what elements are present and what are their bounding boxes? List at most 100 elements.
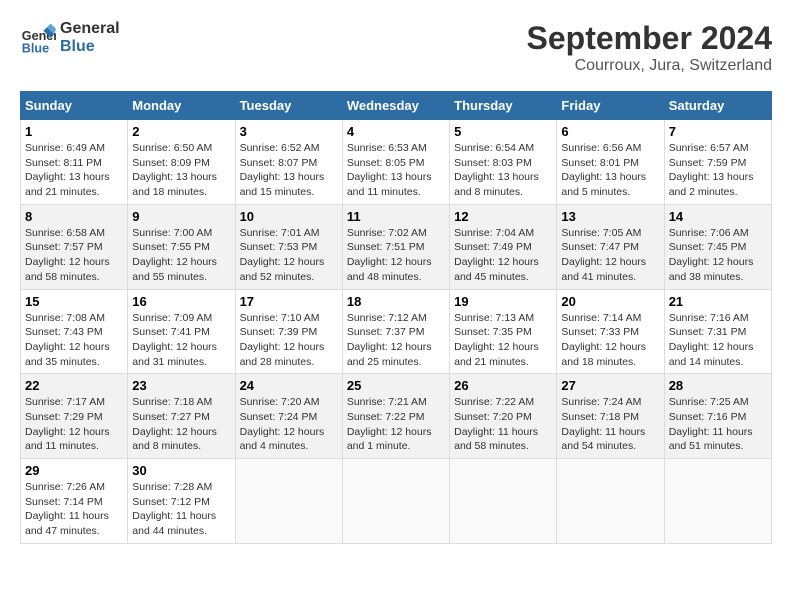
calendar-cell: 24Sunrise: 7:20 AM Sunset: 7:24 PM Dayli… bbox=[235, 374, 342, 459]
day-number: 8 bbox=[25, 209, 123, 224]
day-number: 2 bbox=[132, 124, 230, 139]
calendar-cell: 16Sunrise: 7:09 AM Sunset: 7:41 PM Dayli… bbox=[128, 289, 235, 374]
day-number: 23 bbox=[132, 378, 230, 393]
calendar-cell: 2 Sunrise: 6:50 AM Sunset: 8:09 PM Daylig… bbox=[128, 120, 235, 205]
day-number: 3 bbox=[240, 124, 338, 139]
calendar-cell: 23 Sunrise: 7:18 AM Sunset: 7:27 PM Dayli… bbox=[128, 374, 235, 459]
day-info: Sunrise: 7:05 AM Sunset: 7:47 PM Dayligh… bbox=[561, 226, 659, 285]
page-subtitle: Courroux, Jura, Switzerland bbox=[527, 57, 772, 75]
day-info: Sunrise: 7:24 AM Sunset: 7:18 PM Dayligh… bbox=[561, 395, 659, 454]
day-info: Sunrise: 7:01 AM Sunset: 7:53 PM Dayligh… bbox=[240, 226, 338, 285]
calendar-cell: 27 Sunrise: 7:24 AM Sunset: 7:18 PM Dayli… bbox=[557, 374, 664, 459]
svg-text:Blue: Blue bbox=[22, 41, 49, 55]
calendar-cell: 22 Sunrise: 7:17 AM Sunset: 7:29 PM Dayli… bbox=[21, 374, 128, 459]
calendar-cell: 26 Sunrise: 7:22 AM Sunset: 7:20 PM Dayli… bbox=[450, 374, 557, 459]
day-info: Sunrise: 7:04 AM Sunset: 7:49 PM Dayligh… bbox=[454, 226, 552, 285]
day-number: 30 bbox=[132, 463, 230, 478]
day-number: 26 bbox=[454, 378, 552, 393]
day-info: Sunrise: 7:16 AM Sunset: 7:31 PM Dayligh… bbox=[669, 311, 767, 370]
header-friday: Friday bbox=[557, 92, 664, 120]
calendar-cell: 6 Sunrise: 6:56 AM Sunset: 8:01 PM Daylig… bbox=[557, 120, 664, 205]
day-number: 13 bbox=[561, 209, 659, 224]
day-info: Sunrise: 7:22 AM Sunset: 7:20 PM Dayligh… bbox=[454, 395, 552, 454]
page-title: September 2024 bbox=[527, 20, 772, 57]
calendar-cell: 12 Sunrise: 7:04 AM Sunset: 7:49 PM Dayli… bbox=[450, 204, 557, 289]
day-info: Sunrise: 7:18 AM Sunset: 7:27 PM Dayligh… bbox=[132, 395, 230, 454]
day-info: Sunrise: 7:10 AM Sunset: 7:39 PM Dayligh… bbox=[240, 311, 338, 370]
day-info: Sunrise: 7:13 AM Sunset: 7:35 PM Dayligh… bbox=[454, 311, 552, 370]
day-number: 9 bbox=[132, 209, 230, 224]
calendar-cell: 5 Sunrise: 6:54 AM Sunset: 8:03 PM Daylig… bbox=[450, 120, 557, 205]
day-number: 7 bbox=[669, 124, 767, 139]
day-number: 22 bbox=[25, 378, 123, 393]
calendar-week-row: 15Sunrise: 7:08 AM Sunset: 7:43 PM Dayli… bbox=[21, 289, 772, 374]
calendar-cell: 8 Sunrise: 6:58 AM Sunset: 7:57 PM Daylig… bbox=[21, 204, 128, 289]
calendar-cell bbox=[557, 459, 664, 544]
calendar-cell: 4 Sunrise: 6:53 AM Sunset: 8:05 PM Daylig… bbox=[342, 120, 449, 205]
logo-icon: General Blue bbox=[20, 20, 56, 56]
day-info: Sunrise: 7:21 AM Sunset: 7:22 PM Dayligh… bbox=[347, 395, 445, 454]
calendar-cell bbox=[342, 459, 449, 544]
day-number: 6 bbox=[561, 124, 659, 139]
calendar-cell: 14Sunrise: 7:06 AM Sunset: 7:45 PM Dayli… bbox=[664, 204, 771, 289]
calendar-cell bbox=[450, 459, 557, 544]
day-number: 29 bbox=[25, 463, 123, 478]
day-number: 12 bbox=[454, 209, 552, 224]
calendar-cell: 9 Sunrise: 7:00 AM Sunset: 7:55 PM Daylig… bbox=[128, 204, 235, 289]
calendar-cell: 19 Sunrise: 7:13 AM Sunset: 7:35 PM Dayli… bbox=[450, 289, 557, 374]
calendar-cell: 15Sunrise: 7:08 AM Sunset: 7:43 PM Dayli… bbox=[21, 289, 128, 374]
calendar-cell: 28 Sunrise: 7:25 AM Sunset: 7:16 PM Dayli… bbox=[664, 374, 771, 459]
day-info: Sunrise: 7:02 AM Sunset: 7:51 PM Dayligh… bbox=[347, 226, 445, 285]
calendar-cell: 20 Sunrise: 7:14 AM Sunset: 7:33 PM Dayli… bbox=[557, 289, 664, 374]
day-number: 15 bbox=[25, 294, 123, 309]
calendar-cell: 18 Sunrise: 7:12 AM Sunset: 7:37 PM Dayli… bbox=[342, 289, 449, 374]
calendar-cell: 3 Sunrise: 6:52 AM Sunset: 8:07 PM Daylig… bbox=[235, 120, 342, 205]
calendar-cell bbox=[235, 459, 342, 544]
day-info: Sunrise: 6:58 AM Sunset: 7:57 PM Dayligh… bbox=[25, 226, 123, 285]
day-info: Sunrise: 7:25 AM Sunset: 7:16 PM Dayligh… bbox=[669, 395, 767, 454]
header-sunday: Sunday bbox=[21, 92, 128, 120]
calendar-week-row: 22 Sunrise: 7:17 AM Sunset: 7:29 PM Dayli… bbox=[21, 374, 772, 459]
day-number: 19 bbox=[454, 294, 552, 309]
day-number: 5 bbox=[454, 124, 552, 139]
day-info: Sunrise: 6:52 AM Sunset: 8:07 PM Dayligh… bbox=[240, 141, 338, 200]
calendar-cell bbox=[664, 459, 771, 544]
day-info: Sunrise: 6:53 AM Sunset: 8:05 PM Dayligh… bbox=[347, 141, 445, 200]
calendar-header-row: SundayMondayTuesdayWednesdayThursdayFrid… bbox=[21, 92, 772, 120]
day-info: Sunrise: 7:12 AM Sunset: 7:37 PM Dayligh… bbox=[347, 311, 445, 370]
day-number: 18 bbox=[347, 294, 445, 309]
day-info: Sunrise: 6:56 AM Sunset: 8:01 PM Dayligh… bbox=[561, 141, 659, 200]
day-info: Sunrise: 7:14 AM Sunset: 7:33 PM Dayligh… bbox=[561, 311, 659, 370]
calendar-cell: 17 Sunrise: 7:10 AM Sunset: 7:39 PM Dayli… bbox=[235, 289, 342, 374]
calendar-cell: 29Sunrise: 7:26 AM Sunset: 7:14 PM Dayli… bbox=[21, 459, 128, 544]
calendar-cell: 30 Sunrise: 7:28 AM Sunset: 7:12 PM Dayli… bbox=[128, 459, 235, 544]
day-info: Sunrise: 7:00 AM Sunset: 7:55 PM Dayligh… bbox=[132, 226, 230, 285]
logo: General Blue General Blue bbox=[20, 20, 120, 56]
day-info: Sunrise: 7:17 AM Sunset: 7:29 PM Dayligh… bbox=[25, 395, 123, 454]
logo-text-blue: Blue bbox=[60, 38, 120, 56]
day-number: 20 bbox=[561, 294, 659, 309]
calendar-cell: 7 Sunrise: 6:57 AM Sunset: 7:59 PM Daylig… bbox=[664, 120, 771, 205]
day-info: Sunrise: 6:54 AM Sunset: 8:03 PM Dayligh… bbox=[454, 141, 552, 200]
day-info: Sunrise: 6:50 AM Sunset: 8:09 PM Dayligh… bbox=[132, 141, 230, 200]
logo-text-general: General bbox=[60, 20, 120, 38]
day-number: 11 bbox=[347, 209, 445, 224]
day-number: 17 bbox=[240, 294, 338, 309]
calendar-week-row: 29Sunrise: 7:26 AM Sunset: 7:14 PM Dayli… bbox=[21, 459, 772, 544]
calendar-cell: 13 Sunrise: 7:05 AM Sunset: 7:47 PM Dayli… bbox=[557, 204, 664, 289]
day-info: Sunrise: 6:49 AM Sunset: 8:11 PM Dayligh… bbox=[25, 141, 123, 200]
day-number: 28 bbox=[669, 378, 767, 393]
header-monday: Monday bbox=[128, 92, 235, 120]
day-number: 27 bbox=[561, 378, 659, 393]
day-info: Sunrise: 7:28 AM Sunset: 7:12 PM Dayligh… bbox=[132, 480, 230, 539]
day-number: 16 bbox=[132, 294, 230, 309]
day-number: 4 bbox=[347, 124, 445, 139]
day-number: 25 bbox=[347, 378, 445, 393]
calendar-cell: 25 Sunrise: 7:21 AM Sunset: 7:22 PM Dayli… bbox=[342, 374, 449, 459]
calendar-week-row: 1Sunrise: 6:49 AM Sunset: 8:11 PM Daylig… bbox=[21, 120, 772, 205]
day-info: Sunrise: 6:57 AM Sunset: 7:59 PM Dayligh… bbox=[669, 141, 767, 200]
header-wednesday: Wednesday bbox=[342, 92, 449, 120]
calendar-table: SundayMondayTuesdayWednesdayThursdayFrid… bbox=[20, 91, 772, 544]
calendar-cell: 1Sunrise: 6:49 AM Sunset: 8:11 PM Daylig… bbox=[21, 120, 128, 205]
calendar-cell: 10Sunrise: 7:01 AM Sunset: 7:53 PM Dayli… bbox=[235, 204, 342, 289]
